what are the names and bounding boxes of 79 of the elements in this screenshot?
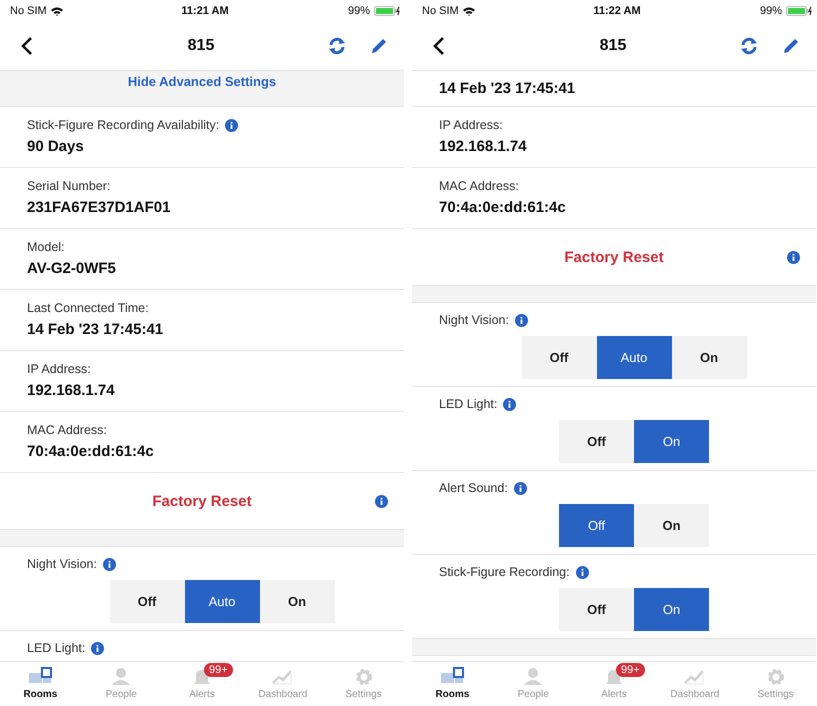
field-value: 192.168.1.74: [439, 138, 528, 155]
field-value: 70:4a:0e:dd:61:4c: [27, 443, 155, 460]
info-icon[interactable]: [576, 566, 589, 578]
tab-item[interactable]: People: [492, 662, 574, 706]
setting-label: Stick-Figure Recording:: [439, 565, 570, 579]
pencil-icon[interactable]: [782, 37, 800, 55]
back-icon[interactable]: [432, 36, 446, 56]
count-badge: 99+: [616, 663, 645, 677]
info-icon[interactable]: [787, 250, 800, 264]
pencil-icon[interactable]: [370, 37, 388, 55]
tab-item[interactable]: Rooms: [412, 662, 493, 706]
battery-icon: [786, 6, 812, 16]
tab-item[interactable]: Dashboard: [242, 662, 324, 706]
segment-option[interactable]: On: [672, 336, 746, 379]
field-label: Last Connected Time:: [27, 301, 149, 315]
refresh-icon[interactable]: [328, 37, 346, 55]
tab-item[interactable]: People: [80, 662, 162, 706]
count-badge: 99+: [204, 663, 233, 677]
battery-percent: 99%: [760, 5, 782, 17]
status-time: 11:21 AM: [181, 5, 229, 17]
grid-icon: [440, 667, 464, 685]
setting-label: Alert Sound:: [439, 481, 508, 495]
wifi-icon: [50, 6, 63, 16]
hide-settings-link[interactable]: Hide Advanced Settings: [128, 73, 276, 106]
field-label: IP Address:: [27, 362, 91, 376]
segment-option[interactable]: On: [634, 588, 709, 631]
setting-label: LED Light:: [27, 641, 86, 655]
tab-item[interactable]: Dashboard: [654, 662, 736, 706]
segment-option[interactable]: Off: [559, 588, 634, 631]
tab-item[interactable]: Settings: [735, 662, 816, 706]
segment-option[interactable]: Off: [522, 336, 596, 379]
segment-option[interactable]: On: [634, 420, 709, 463]
info-icon[interactable]: [514, 482, 527, 494]
field-value: 192.168.1.74: [27, 382, 116, 399]
field-label: MAC Address:: [27, 423, 107, 437]
battery-icon: [374, 6, 400, 16]
grid-icon: [28, 667, 52, 685]
field-label: MAC Address:: [439, 179, 519, 193]
tab-item[interactable]: Settings: [323, 662, 404, 706]
tab-item[interactable]: 99+ Alerts: [574, 662, 654, 706]
wifi-icon: [462, 6, 475, 16]
field-value: 90 Days: [27, 138, 85, 155]
field-label: IP Address:: [439, 118, 503, 132]
field-label: Serial Number:: [27, 179, 110, 193]
segment-option[interactable]: Auto: [596, 336, 672, 379]
carrier-label: No SIM: [422, 5, 459, 17]
refresh-icon[interactable]: [740, 37, 758, 55]
factory-reset-button[interactable]: Factory Reset: [468, 248, 760, 266]
carrier-label: No SIM: [10, 5, 47, 17]
screen-title: 815: [186, 37, 216, 55]
segment-option[interactable]: Off: [559, 504, 634, 547]
field-value: 70:4a:0e:dd:61:4c: [439, 199, 567, 216]
tab-item[interactable]: Rooms: [0, 662, 81, 706]
info-icon[interactable]: [102, 558, 116, 570]
battery-percent: 99%: [348, 5, 370, 17]
screen-title: 815: [598, 37, 628, 55]
segment-option[interactable]: Off: [559, 420, 634, 463]
field-value: AV-G2-0WF5: [27, 260, 117, 277]
info-icon[interactable]: [503, 398, 516, 410]
info-icon[interactable]: [375, 494, 388, 508]
info-icon[interactable]: [514, 314, 528, 326]
segment-option[interactable]: Auto: [184, 580, 260, 623]
back-icon[interactable]: [20, 36, 34, 56]
segment-option[interactable]: Off: [110, 580, 184, 623]
segment-option[interactable]: On: [634, 504, 709, 547]
setting-label: LED Light:: [439, 397, 498, 411]
field-value: 14 Feb '23 17:45:41: [27, 321, 164, 338]
field-value: 14 Feb '23 17:45:41: [439, 80, 576, 97]
info-icon[interactable]: [225, 118, 238, 132]
tab-item[interactable]: 99+ Alerts: [162, 662, 242, 706]
info-icon[interactable]: [91, 642, 104, 654]
field-value: 231FA67E37D1AF01: [27, 199, 172, 216]
field-label: Stick-Figure Recording Availability:: [27, 118, 220, 132]
setting-label: Night Vision:: [27, 557, 97, 571]
factory-reset-button[interactable]: Factory Reset: [56, 492, 348, 510]
segment-option[interactable]: On: [260, 580, 334, 623]
status-time: 11:22 AM: [593, 5, 641, 17]
setting-label: Night Vision:: [439, 313, 509, 327]
field-label: Model:: [27, 240, 65, 254]
